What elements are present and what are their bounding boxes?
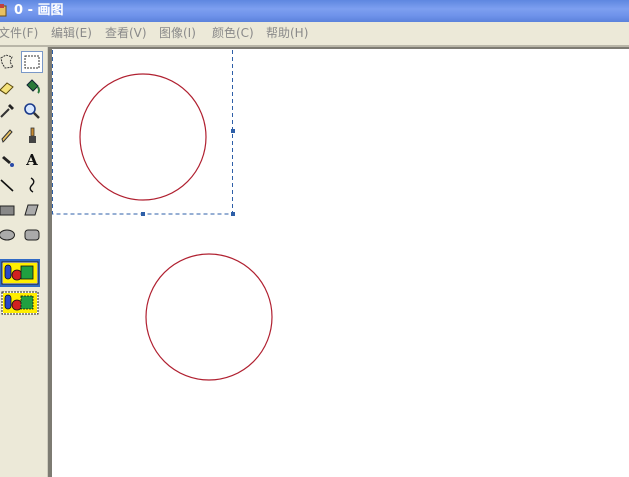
menu-file[interactable]: 文件(F)	[0, 22, 38, 45]
selection-handle-bottom[interactable]	[141, 212, 145, 216]
window-title: 0 - 画图	[14, 3, 64, 18]
rectangle-tool[interactable]	[0, 199, 18, 221]
menu-bar: 文件(F) 编辑(E) 查看(V) 图像(I) 颜色(C) 帮助(H)	[0, 22, 629, 45]
curve-icon	[29, 177, 35, 193]
transparent-selection-option[interactable]	[0, 289, 40, 317]
rounded-rectangle-tool[interactable]	[21, 224, 43, 246]
selection-handle-right[interactable]	[231, 129, 235, 133]
select-tool[interactable]	[21, 51, 43, 73]
magnifier-tool[interactable]	[21, 100, 43, 122]
paint-app-icon[interactable]	[0, 4, 8, 18]
opaque-selection-option[interactable]	[0, 259, 40, 287]
line-tool[interactable]	[0, 174, 18, 196]
selection-handle-corner[interactable]	[231, 212, 235, 216]
title-bar: 0 - 画图	[0, 0, 629, 22]
curve-tool[interactable]	[21, 174, 43, 196]
opaque-selection-icon	[1, 261, 39, 285]
menu-image[interactable]: 图像(I)	[159, 22, 196, 45]
polygon-icon	[24, 204, 39, 216]
brush-icon	[29, 127, 36, 143]
text-tool[interactable]: A	[21, 149, 43, 171]
fill-tool[interactable]	[21, 76, 43, 98]
eraser-icon	[0, 82, 14, 95]
brush-tool[interactable]	[21, 125, 43, 147]
polygon-tool[interactable]	[21, 199, 43, 221]
free-select-icon	[0, 54, 14, 69]
airbrush-icon	[2, 156, 14, 167]
fill-bucket-icon	[26, 79, 40, 94]
pick-color-tool[interactable]	[0, 100, 18, 122]
text-icon: A	[26, 151, 38, 169]
menu-colors[interactable]: 颜色(C)	[212, 22, 254, 45]
airbrush-tool[interactable]	[0, 149, 18, 171]
transparent-selection-icon	[1, 291, 39, 315]
menu-view[interactable]: 查看(V)	[105, 22, 147, 45]
drawn-circle-1	[79, 73, 207, 201]
line-icon	[0, 179, 14, 192]
drawn-circle-2	[145, 253, 273, 381]
rounded-rect-icon	[24, 229, 40, 241]
toolbox: A	[0, 47, 48, 477]
pencil-icon	[1, 129, 13, 143]
rect-select-icon	[24, 55, 40, 69]
eraser-tool[interactable]	[0, 76, 18, 98]
magnifier-icon	[24, 103, 40, 119]
eyedropper-icon	[0, 104, 14, 118]
pencil-tool[interactable]	[0, 125, 18, 147]
ellipse-tool[interactable]	[0, 224, 18, 246]
menu-edit[interactable]: 编辑(E)	[51, 22, 92, 45]
rectangle-icon	[0, 205, 15, 216]
ellipse-icon	[0, 229, 15, 241]
drawing-canvas[interactable]	[52, 49, 629, 477]
free-form-select-tool[interactable]	[0, 51, 18, 73]
menu-help[interactable]: 帮助(H)	[266, 22, 308, 45]
